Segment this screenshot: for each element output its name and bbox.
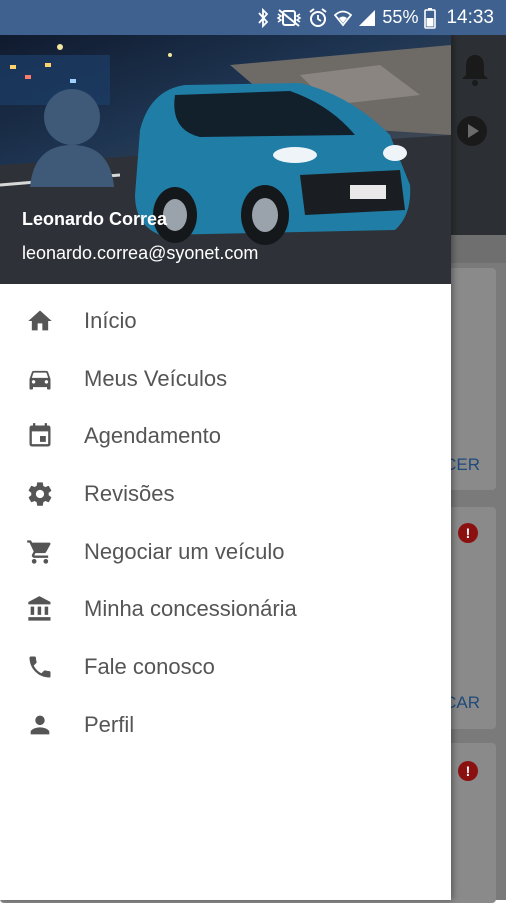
bank-icon <box>24 593 56 625</box>
menu-item-label: Início <box>84 307 137 333</box>
user-email: leonardo.correa@syonet.com <box>22 243 259 263</box>
alert-icon: ! <box>458 523 478 543</box>
menu-item-perfil[interactable]: Perfil <box>0 696 451 754</box>
clock: 14:33 <box>446 6 494 28</box>
battery-icon <box>424 7 437 29</box>
play-icon[interactable] <box>456 115 488 152</box>
bluetooth-icon <box>256 7 270 28</box>
drawer-header: Leonardo Correa leonardo.correa@syonet.c… <box>0 35 451 284</box>
avatar[interactable] <box>30 87 114 187</box>
menu-item-label: Fale conosco <box>84 653 215 679</box>
user-name: Leonardo Correa <box>22 209 168 229</box>
battery-percent: 55% <box>382 7 419 27</box>
signal-icon <box>358 8 376 28</box>
menu-item-label: Meus Veículos <box>84 365 228 391</box>
menu-item-label: Revisões <box>84 480 175 506</box>
person-icon <box>24 709 56 741</box>
drawer-menu: Início Meus Veículos Agendamento Revisõe… <box>0 284 451 754</box>
menu-item-label: Perfil <box>84 711 135 737</box>
menu-item-inicio[interactable]: Início <box>0 292 451 350</box>
menu-item-meus-veiculos[interactable]: Meus Veículos <box>0 350 451 408</box>
menu-item-label: Agendamento <box>84 423 221 449</box>
alert-icon: ! <box>458 761 478 781</box>
menu-item-negociar-veiculo[interactable]: Negociar um veículo <box>0 523 451 581</box>
vibrate-icon <box>276 8 302 28</box>
cart-icon <box>24 536 56 568</box>
phone-icon <box>24 651 56 683</box>
calendar-icon <box>24 420 56 452</box>
bell-icon[interactable] <box>460 53 490 92</box>
status-bar: 55% 14:33 <box>0 0 506 35</box>
menu-item-label: Negociar um veículo <box>84 538 285 564</box>
home-icon <box>24 305 56 337</box>
alarm-icon <box>308 7 328 28</box>
menu-item-label: Minha concessionária <box>84 596 297 622</box>
menu-item-minha-concessionaria[interactable]: Minha concessionária <box>0 580 451 638</box>
wifi-icon <box>334 8 353 28</box>
menu-item-revisoes[interactable]: Revisões <box>0 465 451 523</box>
car-icon <box>24 363 56 395</box>
menu-item-agendamento[interactable]: Agendamento <box>0 407 451 465</box>
menu-item-fale-conosco[interactable]: Fale conosco <box>0 638 451 696</box>
gear-icon <box>24 478 56 510</box>
navigation-drawer: Leonardo Correa leonardo.correa@syonet.c… <box>0 35 451 900</box>
